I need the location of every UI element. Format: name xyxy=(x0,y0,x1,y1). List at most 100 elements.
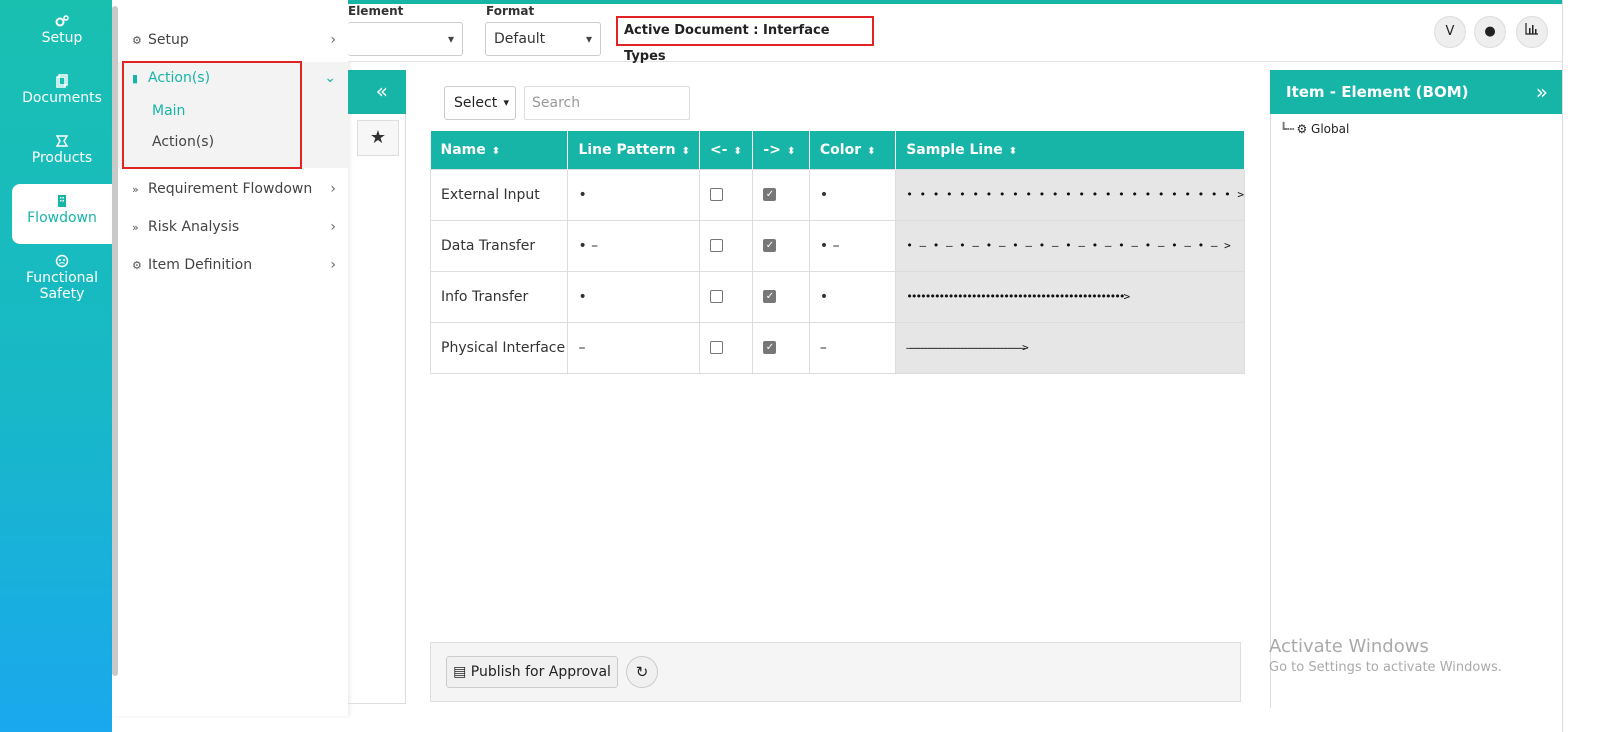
header-label-color: Color xyxy=(819,141,862,158)
double-chevron-right-icon[interactable]: » xyxy=(1536,70,1548,114)
left-arrow-checkbox[interactable] xyxy=(709,188,723,201)
chevron-right-icon: › xyxy=(330,219,336,235)
rail-label-flowdown: Flowdown xyxy=(27,210,97,226)
element-label: Element xyxy=(348,4,404,18)
star-icon: ★ xyxy=(369,127,387,148)
cell-name: Data Transfer xyxy=(429,219,569,272)
drop-icon: ● xyxy=(1484,24,1496,39)
header-label-name: Name xyxy=(440,141,486,158)
cell-line-pattern: – xyxy=(567,321,700,374)
vine-icon: V xyxy=(1445,24,1455,39)
chart-button[interactable] xyxy=(1516,16,1548,48)
publish-for-approval-button[interactable]: ▤ Publish for Approval xyxy=(446,656,618,688)
column-header-color[interactable]: Color ⬍ xyxy=(809,131,897,169)
publish-label: Publish for Approval xyxy=(470,664,611,680)
cell-left-arrow xyxy=(698,219,754,272)
windows-watermark-title: Activate Windows xyxy=(1269,636,1429,657)
rail-item-products[interactable]: Products xyxy=(12,124,112,184)
sort-icon: ⬍ xyxy=(867,145,876,157)
sort-icon: ⬍ xyxy=(681,145,690,157)
table-row[interactable]: External Input • ✓ • • • • • • • • • • •… xyxy=(429,168,1245,221)
chevron-down-icon: ⌄ xyxy=(324,70,336,86)
bar-chart-icon xyxy=(1525,23,1539,39)
rail-label-functional: Functional xyxy=(25,270,99,286)
format-select[interactable]: Default ▾ xyxy=(485,22,601,56)
gears-icon: ⚙ xyxy=(132,259,142,272)
cell-name: External Input xyxy=(429,168,569,221)
right-arrow-checkbox[interactable]: ✓ xyxy=(763,188,777,201)
chevron-down-icon: ▾ xyxy=(585,32,592,46)
column-header-right-arrow[interactable]: -> ⬍ xyxy=(752,131,810,169)
sort-icon: ⬍ xyxy=(786,145,796,157)
cell-color: • xyxy=(808,270,897,323)
safety-icon xyxy=(55,254,69,268)
column-header-left-arrow[interactable]: <- ⬍ xyxy=(699,131,754,169)
chevron-right-icon: › xyxy=(330,257,336,273)
sort-icon: ⬍ xyxy=(733,145,742,157)
cell-line-pattern: • – xyxy=(567,219,700,272)
header-label-line-pattern: Line Pattern xyxy=(578,141,676,158)
filter-select-value: Select xyxy=(454,95,498,111)
search-input[interactable] xyxy=(524,86,690,120)
table-row[interactable]: Physical Interface – ✓ – –––––––––––––––… xyxy=(429,321,1245,374)
column-header-sample-line[interactable]: Sample Line ⬍ xyxy=(895,131,1245,169)
header-label-sample-line: Sample Line xyxy=(906,141,1003,158)
chevron-right-icon: › xyxy=(330,32,336,48)
cell-color: • xyxy=(808,168,897,221)
filter-select[interactable]: Select ▾ xyxy=(444,86,516,120)
left-arrow-checkbox[interactable] xyxy=(709,239,723,252)
cell-right-arrow: ✓ xyxy=(752,168,810,221)
table-row[interactable]: Data Transfer • – ✓ • – • – • – • – • – … xyxy=(429,219,1245,272)
cell-left-arrow xyxy=(698,321,754,374)
rail-item-setup[interactable]: Setup xyxy=(12,4,112,64)
drop-button[interactable]: ● xyxy=(1474,16,1506,48)
column-header-name[interactable]: Name ⬍ xyxy=(430,131,569,169)
menu-scrollbar[interactable] xyxy=(112,6,118,676)
menu-item-requirement-flowdown[interactable]: » Requirement Flowdown › xyxy=(132,176,342,202)
right-panel-title: Item - Element (BOM) xyxy=(1286,83,1469,101)
cell-left-arrow xyxy=(698,168,754,221)
tree-branch-icon: ┗┅ xyxy=(1280,122,1295,136)
chevron-down-icon: ▾ xyxy=(503,96,509,109)
sort-icon: ⬍ xyxy=(1008,145,1018,157)
menu-label-item-definition: Item Definition xyxy=(148,257,253,273)
right-arrow-checkbox[interactable]: ✓ xyxy=(763,341,777,354)
menu-item-setup[interactable]: ⚙ Setup › xyxy=(132,27,342,53)
right-arrow-checkbox[interactable]: ✓ xyxy=(763,239,777,252)
format-value: Default xyxy=(494,31,546,47)
right-panel-header: Item - Element (BOM) » xyxy=(1270,70,1562,114)
products-icon xyxy=(55,134,69,148)
refresh-button[interactable]: ↻ xyxy=(626,656,658,688)
double-chevron-left-icon: « xyxy=(375,79,388,103)
format-label: Format xyxy=(486,4,535,18)
left-arrow-checkbox[interactable] xyxy=(709,290,723,303)
documents-icon xyxy=(55,74,69,88)
gear-icon: ⚙ xyxy=(1296,122,1308,136)
column-header-line-pattern[interactable]: Line Pattern ⬍ xyxy=(567,131,700,169)
rail-item-documents[interactable]: Documents xyxy=(12,64,112,124)
double-chevron-down-icon: » xyxy=(132,183,139,196)
menu-item-item-definition[interactable]: ⚙ Item Definition › xyxy=(132,252,342,278)
rail-item-functional-safety[interactable]: Functional Safety xyxy=(12,244,112,316)
vine-button[interactable]: V xyxy=(1434,16,1466,48)
interface-types-table: Name ⬍ Line Pattern ⬍ <- ⬍ -> ⬍ Color ⬍ Sampl… xyxy=(429,131,1245,374)
favorite-button[interactable]: ★ xyxy=(357,120,399,156)
collapse-left-button[interactable]: « xyxy=(348,70,406,114)
left-arrow-checkbox[interactable] xyxy=(709,341,723,354)
tree-node-global[interactable]: ┗┅ ⚙ Global xyxy=(1280,122,1349,136)
cell-color: – xyxy=(808,321,897,374)
menu-label-requirement-flowdown: Requirement Flowdown xyxy=(148,181,313,197)
table-row[interactable]: Info Transfer • ✓ • ••••••••••••••••••••… xyxy=(429,270,1245,323)
menu-label-risk-analysis: Risk Analysis xyxy=(148,219,240,235)
rail-item-flowdown[interactable]: Flowdown xyxy=(12,184,112,244)
tree-node-label: Global xyxy=(1311,122,1350,136)
cell-name: Physical Interface xyxy=(429,321,569,374)
menu-item-risk-analysis[interactable]: » Risk Analysis › xyxy=(132,214,342,240)
element-select[interactable]: ▾ xyxy=(348,22,463,56)
cell-right-arrow: ✓ xyxy=(752,321,810,374)
right-arrow-checkbox[interactable]: ✓ xyxy=(763,290,777,303)
rail-label-documents: Documents xyxy=(22,90,102,106)
table-header-row: Name ⬍ Line Pattern ⬍ <- ⬍ -> ⬍ Color ⬍ Sampl… xyxy=(430,131,1245,169)
refresh-icon: ↻ xyxy=(635,663,649,681)
sort-icon: ⬍ xyxy=(491,145,501,157)
